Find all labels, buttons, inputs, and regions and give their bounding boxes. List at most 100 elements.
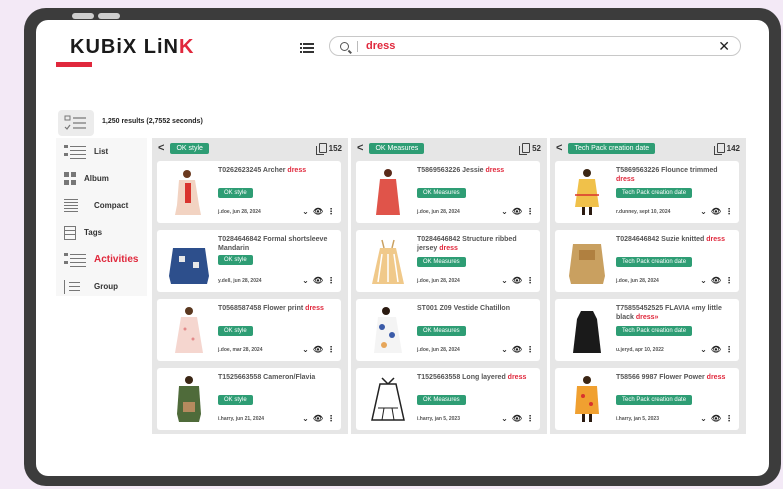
status-badge: OK Measures	[417, 326, 466, 336]
product-thumbnail	[169, 248, 209, 284]
product-card[interactable]: T0284646842 Formal shortsleeve Mandarin …	[157, 230, 341, 292]
chevron-down-icon[interactable]: ⌄	[501, 207, 508, 216]
product-card[interactable]: T5869563226 Flounce trimmed dress Tech P…	[555, 161, 739, 223]
more-icon[interactable]: ⋮	[327, 345, 335, 354]
product-card[interactable]: T5869563226 Jessie dress OK Measures j.d…	[356, 161, 540, 223]
product-card[interactable]: T58566 9987 Flower Power dress Tech Pack…	[555, 368, 739, 430]
card-title: T5869563226 Jessie dress	[417, 167, 505, 174]
column-header: < OK style 152	[152, 138, 348, 158]
product-thumbnail	[376, 169, 400, 215]
chevron-down-icon[interactable]: ⌄	[700, 207, 707, 216]
eye-icon[interactable]: 👁	[711, 276, 721, 285]
product-thumbnail	[175, 170, 201, 215]
more-icon[interactable]: ⋮	[526, 345, 534, 354]
eye-icon[interactable]: 👁	[512, 414, 522, 423]
search-divider	[357, 40, 358, 52]
more-icon[interactable]: ⋮	[725, 414, 733, 423]
chevron-down-icon[interactable]: ⌄	[501, 345, 508, 354]
more-icon[interactable]: ⋮	[725, 276, 733, 285]
status-badge: OK style	[218, 255, 253, 265]
card-meta: i.harry, jan 5, 2023	[417, 416, 460, 422]
hamburger-menu-icon[interactable]	[300, 42, 314, 54]
chevron-down-icon[interactable]: ⌄	[302, 207, 309, 216]
sidebar-item-group[interactable]: Group	[56, 273, 147, 300]
column-count: 142	[713, 143, 740, 155]
list-icon	[64, 144, 86, 159]
chevron-down-icon[interactable]: ⌄	[302, 276, 309, 285]
more-icon[interactable]: ⋮	[327, 276, 335, 285]
more-icon[interactable]: ⋮	[526, 414, 534, 423]
card-meta: j.doe, mar 28, 2024	[218, 347, 263, 353]
kanban-column-ok-measures: < OK Measures 52 T5869563226 Jessie dres…	[351, 138, 547, 434]
more-icon[interactable]: ⋮	[327, 414, 335, 423]
more-icon[interactable]: ⋮	[526, 276, 534, 285]
status-badge: Tech Pack creation date	[616, 326, 693, 336]
eye-icon[interactable]: 👁	[711, 414, 721, 423]
eye-icon[interactable]: 👁	[512, 207, 522, 216]
eye-icon[interactable]: 👁	[313, 345, 323, 354]
chevron-left-icon[interactable]: <	[357, 142, 363, 154]
card-title: T5869563226 Flounce trimmed dress	[616, 167, 718, 183]
eye-icon[interactable]: 👁	[313, 414, 323, 423]
sidebar-item-activities[interactable]: Activities	[56, 246, 147, 273]
chevron-left-icon[interactable]: <	[556, 142, 562, 154]
app-logo[interactable]: KUBiX LiNK	[70, 36, 194, 59]
eye-icon[interactable]: 👁	[711, 207, 721, 216]
status-badge: Tech Pack creation date	[616, 188, 693, 198]
eye-icon[interactable]: 👁	[512, 276, 522, 285]
view-switcher-toggle[interactable]	[58, 110, 94, 136]
column-header: < Tech Pack creation date 142	[550, 138, 746, 158]
chevron-down-icon[interactable]: ⌄	[501, 414, 508, 423]
eye-icon[interactable]: 👁	[313, 276, 323, 285]
results-summary: 1,250 results (2,7552 seconds)	[102, 118, 203, 125]
tablet-frame: KUBiX LiNK dress ✕ 1,250 results (2,7552…	[24, 8, 781, 486]
product-card[interactable]: T0262623245 Archer dress OK style j.doe,…	[157, 161, 341, 223]
search-input[interactable]: dress	[366, 40, 718, 52]
more-icon[interactable]: ⋮	[725, 207, 733, 216]
product-card[interactable]: T0284646842 Suzie knitted dress Tech Pac…	[555, 230, 739, 292]
product-thumbnail	[575, 169, 599, 215]
kanban-column-ok-style: < OK style 152 T0262623245 Archer dress …	[152, 138, 348, 434]
chevron-down-icon[interactable]: ⌄	[302, 414, 309, 423]
card-meta: j.doe, jun 28, 2024	[417, 347, 460, 353]
sidebar-item-compact[interactable]: Compact	[56, 192, 147, 219]
product-thumbnail	[374, 307, 402, 353]
eye-icon[interactable]: 👁	[313, 207, 323, 216]
chevron-down-icon[interactable]: ⌄	[700, 276, 707, 285]
card-meta: j.doe, jun 28, 2024	[616, 278, 659, 284]
product-card[interactable]: T0284646842 Structure ribbed jersey dres…	[356, 230, 540, 292]
product-card[interactable]: T0568587458 Flower print dress OK style …	[157, 299, 341, 361]
chevron-left-icon[interactable]: <	[158, 142, 164, 154]
chevron-down-icon[interactable]: ⌄	[501, 276, 508, 285]
more-icon[interactable]: ⋮	[327, 207, 335, 216]
product-card[interactable]: T75855452525 FLAVIA «my little black dre…	[555, 299, 739, 361]
copy-icon	[713, 143, 725, 155]
more-icon[interactable]: ⋮	[725, 345, 733, 354]
activities-list-icon	[64, 252, 86, 267]
eye-icon[interactable]: 👁	[512, 345, 522, 354]
chevron-down-icon[interactable]: ⌄	[700, 345, 707, 354]
sidebar-item-list[interactable]: List	[56, 138, 147, 165]
card-actions: ⌄ 👁 ⋮	[302, 345, 335, 354]
card-actions: ⌄ 👁 ⋮	[700, 414, 733, 423]
product-thumbnail	[573, 311, 601, 353]
card-actions: ⌄ 👁 ⋮	[302, 207, 335, 216]
card-meta: j.doe, jun 28, 2024	[218, 209, 261, 215]
card-actions: ⌄ 👁 ⋮	[501, 276, 534, 285]
product-thumbnail	[372, 239, 404, 284]
chevron-down-icon[interactable]: ⌄	[302, 345, 309, 354]
sidebar-item-tags[interactable]: Tags	[56, 219, 147, 246]
status-badge: OK Measures	[417, 257, 466, 267]
sidebar-item-album[interactable]: Album	[56, 165, 147, 192]
copy-icon	[315, 143, 327, 155]
search-bar[interactable]: dress ✕	[329, 36, 741, 56]
eye-icon[interactable]: 👁	[711, 345, 721, 354]
more-icon[interactable]: ⋮	[526, 207, 534, 216]
product-card[interactable]: ST001 Z09 Vestide Chatillon OK Measures …	[356, 299, 540, 361]
product-card[interactable]: T1525663558 Long layered dress OK Measur…	[356, 368, 540, 430]
close-icon[interactable]: ✕	[718, 38, 730, 55]
product-thumbnail	[175, 307, 203, 353]
card-meta: r.dunney, sept 10, 2024	[616, 209, 671, 215]
product-card[interactable]: T1525663558 Cameron/Flavia OK style i.ha…	[157, 368, 341, 430]
chevron-down-icon[interactable]: ⌄	[700, 414, 707, 423]
